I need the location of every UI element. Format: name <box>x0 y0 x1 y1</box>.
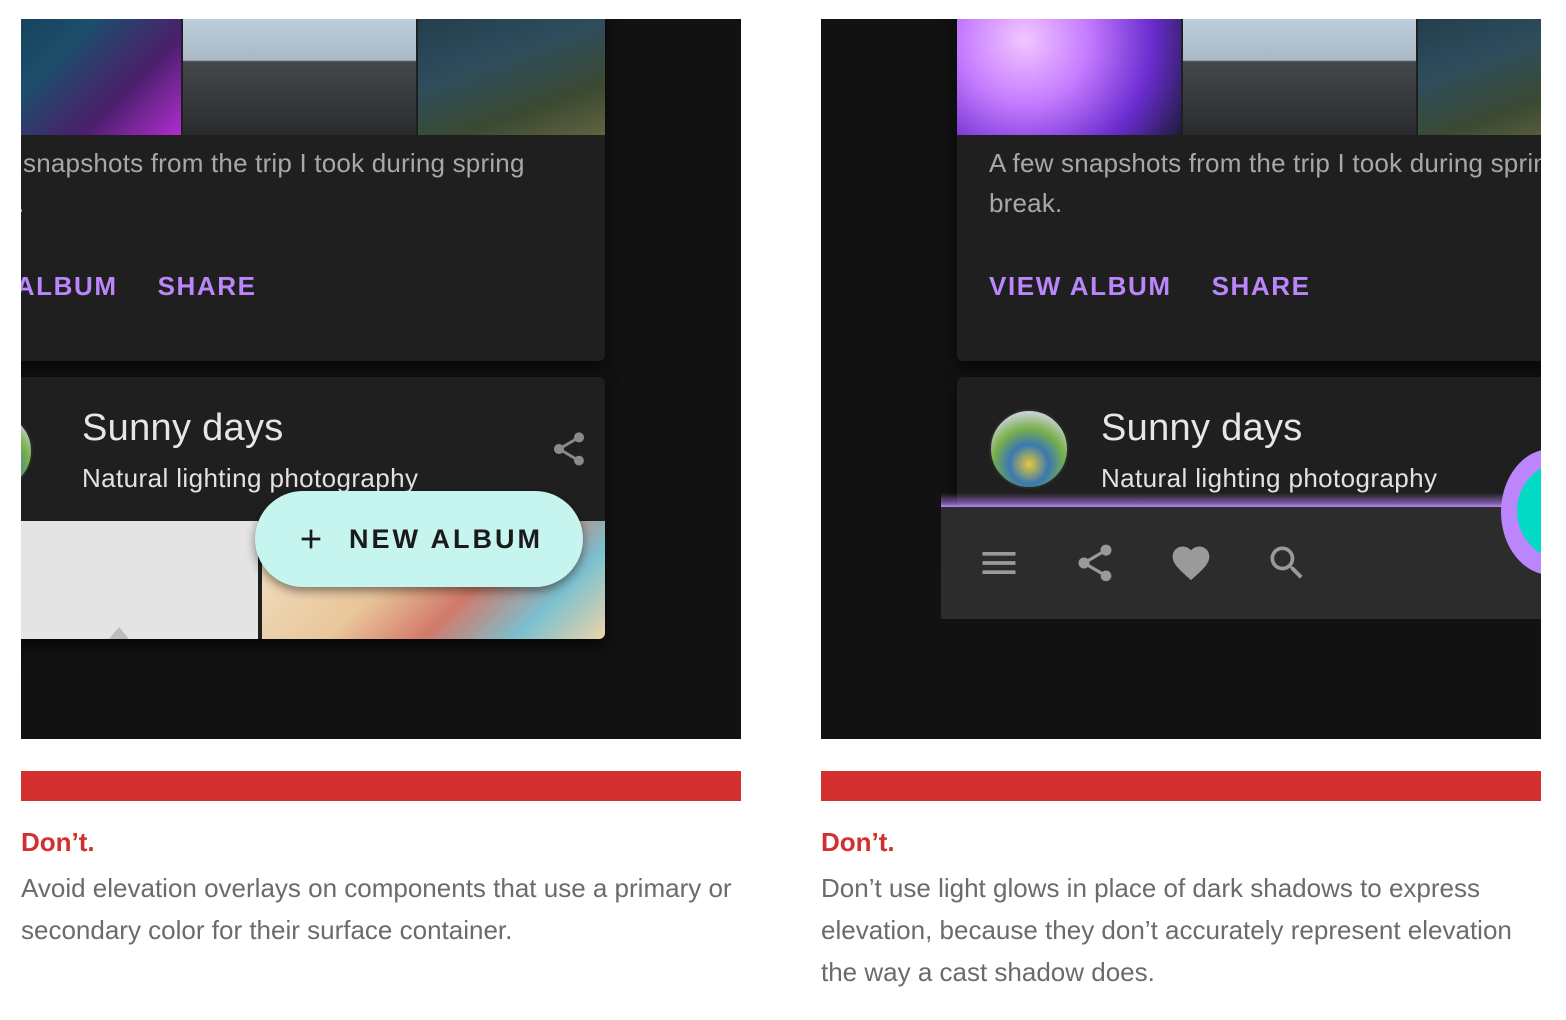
placeholder-triangle <box>109 627 129 639</box>
album-description: A few snapshots from the trip I took dur… <box>989 148 1541 218</box>
left-screenshot: A few snapshots from the trip I took dur… <box>21 19 741 739</box>
heart-icon[interactable] <box>1169 541 1213 585</box>
light-glow <box>941 493 1521 507</box>
album-actions: VIEW ALBUM SHARE <box>21 271 257 302</box>
share-button[interactable]: SHARE <box>1212 271 1311 302</box>
share-icon[interactable] <box>549 429 589 469</box>
album-card: A few snapshots from the trip I took dur… <box>21 19 605 361</box>
album-photo <box>21 19 181 135</box>
verdict-label: Don’t. <box>821 827 895 857</box>
right-screenshot: A few snapshots from the trip I took dur… <box>821 19 1541 739</box>
bottom-app-bar <box>941 507 1541 619</box>
album-description: A few snapshots from the trip I took dur… <box>21 148 525 218</box>
avatar <box>989 409 1069 489</box>
fab-label: NEW ALBUM <box>349 523 543 554</box>
photo-strip <box>21 19 605 135</box>
verdict-label: Don’t. <box>21 827 95 857</box>
album-photo <box>183 19 416 135</box>
album-photo <box>21 521 258 639</box>
dont-indicator-bar <box>821 771 1541 801</box>
card-subtitle: Natural lighting photography <box>82 463 419 493</box>
share-button[interactable]: SHARE <box>158 271 257 302</box>
left-example-panel: A few snapshots from the trip I took dur… <box>21 19 741 945</box>
caption-text: Don’t use light glows in place of dark s… <box>821 873 1512 987</box>
album-photo <box>1418 19 1541 135</box>
view-album-button[interactable]: VIEW ALBUM <box>989 271 1172 302</box>
right-example-panel: A few snapshots from the trip I took dur… <box>821 19 1541 987</box>
search-icon[interactable] <box>1265 541 1309 585</box>
album-photo <box>957 19 1181 135</box>
photo-strip <box>957 19 1541 135</box>
share-icon[interactable] <box>1073 541 1117 585</box>
menu-icon[interactable] <box>977 541 1021 585</box>
album-photo <box>1183 19 1416 135</box>
album-actions: VIEW ALBUM SHARE <box>989 271 1311 302</box>
card-title: Sunny days <box>82 407 284 449</box>
avatar <box>21 411 33 491</box>
caption-text: Avoid elevation overlays on components t… <box>21 873 732 945</box>
dont-indicator-bar <box>21 771 741 801</box>
card-title: Sunny days <box>1101 407 1303 449</box>
album-photo <box>418 19 605 135</box>
album-card: A few snapshots from the trip I took dur… <box>957 19 1541 361</box>
view-album-button[interactable]: VIEW ALBUM <box>21 271 118 302</box>
plus-icon <box>301 529 321 549</box>
card-subtitle: Natural lighting photography <box>1101 463 1438 493</box>
new-album-fab[interactable]: NEW ALBUM <box>255 491 583 587</box>
